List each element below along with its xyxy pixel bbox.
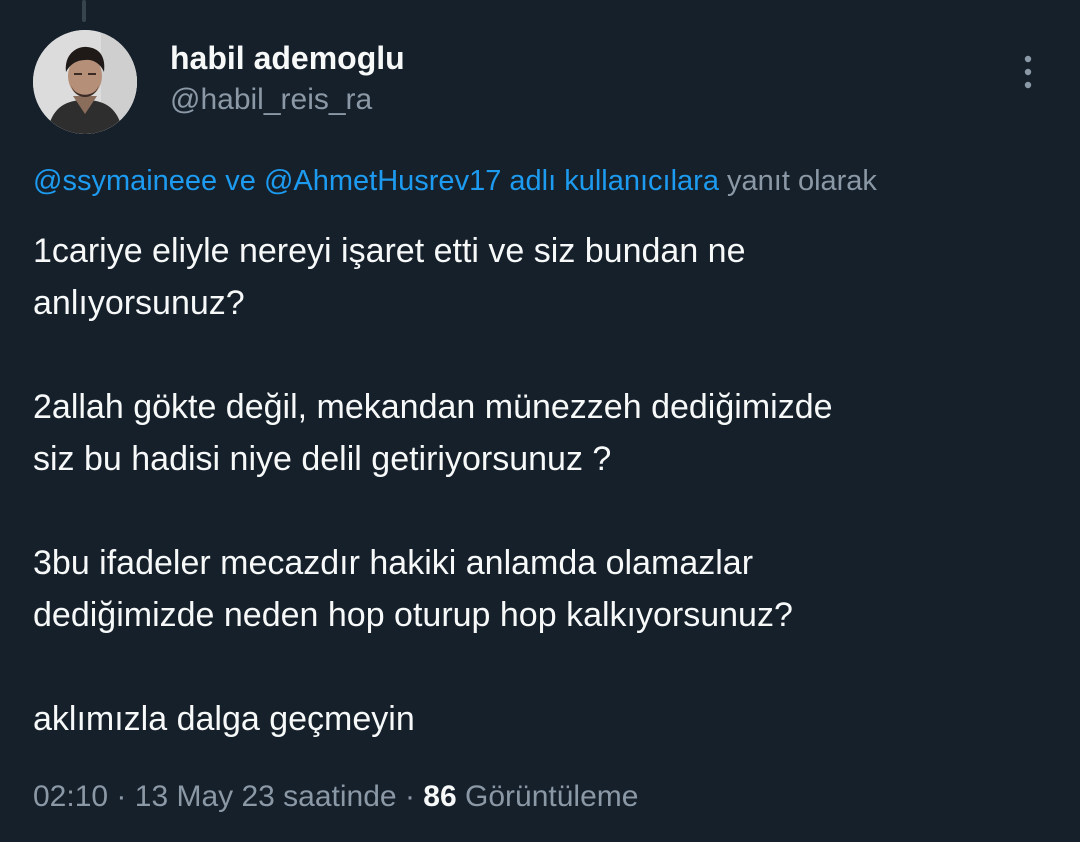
reply-connector[interactable]: ve — [225, 165, 256, 197]
tweet-paragraph-2: 2allah gökte değil, mekandan münezzeh de… — [33, 388, 833, 478]
tweet-time[interactable]: 02:10 — [33, 780, 108, 813]
reply-user-link-1[interactable]: @ssymaineee — [33, 165, 217, 197]
tweet-paragraph-1: 1cariye eliyle nereyi işaret etti ve siz… — [33, 232, 746, 322]
more-options-button[interactable] — [1008, 52, 1048, 92]
avatar[interactable] — [33, 30, 137, 134]
views-label: Görüntüleme — [465, 780, 639, 813]
more-vertical-icon — [1024, 55, 1032, 89]
views-count: 86 — [423, 780, 457, 813]
tweet-metadata: 02:10 · 13 May 23 saatinde · 86 Görüntül… — [33, 780, 638, 814]
tweet-paragraph-3: 3bu ifadeler mecazdır hakiki anlamda ola… — [33, 544, 793, 634]
author-display-name[interactable]: habil ademoglu — [170, 40, 405, 77]
reply-suffix-text: yanıt olarak — [727, 165, 877, 197]
reply-user-link-2[interactable]: @AhmetHusrev17 — [264, 165, 501, 197]
avatar-photo — [33, 30, 137, 134]
replying-to: @ssymaineee ve @AhmetHusrev17 adlı kulla… — [33, 165, 877, 198]
meta-separator: · — [404, 780, 415, 813]
author-handle[interactable]: @habil_reis_ra — [170, 83, 372, 117]
meta-separator: · — [116, 780, 127, 813]
tweet-paragraph-4: aklımızla dalga geçmeyin — [33, 700, 415, 738]
tweet-text: 1cariye eliyle nereyi işaret etti ve siz… — [33, 225, 1043, 745]
thread-connector-line — [82, 0, 86, 22]
reply-users-link[interactable]: adlı kullanıcılara — [509, 165, 719, 197]
tweet-date[interactable]: 13 May 23 saatinde — [135, 780, 397, 813]
